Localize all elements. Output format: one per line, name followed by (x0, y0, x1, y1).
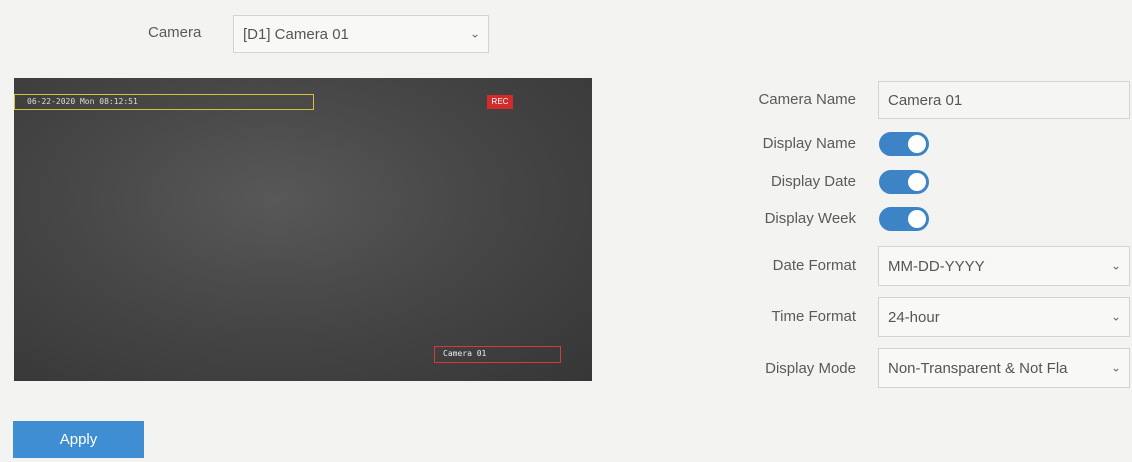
display-date-label: Display Date (770, 173, 856, 190)
apply-button[interactable]: Apply (13, 421, 144, 458)
toggle-knob (908, 173, 926, 191)
camera-select[interactable]: [D1] Camera 01 ⌄ (233, 15, 489, 53)
display-week-toggle[interactable] (879, 207, 929, 231)
camera-label: Camera (148, 24, 202, 41)
camera-name-label: Camera Name (758, 91, 856, 108)
osd-camera-name-box[interactable]: Camera 01 (434, 346, 561, 363)
camera-name-value: Camera 01 (888, 91, 963, 109)
camera-name-input[interactable]: Camera 01 (878, 81, 1130, 119)
toggle-knob (908, 210, 926, 228)
osd-datetime-box[interactable]: 06-22-2020 Mon 08:12:51 (14, 94, 314, 110)
chevron-down-icon: ⌄ (1110, 258, 1121, 273)
chevron-down-icon: ⌄ (1110, 360, 1121, 375)
osd-record-icon: REC (487, 95, 513, 109)
display-date-toggle[interactable] (879, 170, 929, 194)
chevron-down-icon: ⌄ (1110, 309, 1121, 324)
time-format-label: Time Format (771, 308, 856, 325)
display-mode-value: Non-Transparent & Not Fla (888, 359, 1068, 377)
display-mode-label: Display Mode (765, 360, 856, 377)
display-week-label: Display Week (764, 210, 856, 227)
display-name-label: Display Name (762, 135, 856, 152)
date-format-value: MM-DD-YYYY (888, 257, 985, 275)
time-format-select[interactable]: 24-hour ⌄ (878, 297, 1130, 337)
camera-select-value: [D1] Camera 01 (243, 25, 349, 43)
display-mode-select[interactable]: Non-Transparent & Not Fla ⌄ (878, 348, 1130, 388)
toggle-knob (908, 135, 926, 153)
time-format-value: 24-hour (888, 308, 940, 326)
date-format-label: Date Format (772, 257, 856, 274)
date-format-select[interactable]: MM-DD-YYYY ⌄ (878, 246, 1130, 286)
display-name-toggle[interactable] (879, 132, 929, 156)
chevron-down-icon: ⌄ (469, 26, 480, 41)
camera-preview[interactable]: 06-22-2020 Mon 08:12:51 REC Camera 01 (14, 78, 592, 381)
